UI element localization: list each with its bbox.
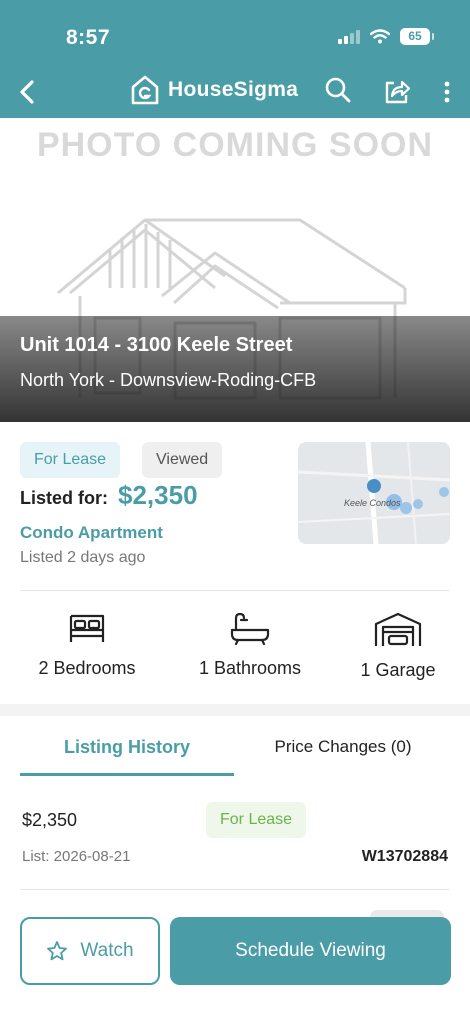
share-icon[interactable] [382,76,412,106]
battery-indicator: 65 [400,28,434,45]
history-status-badge: For Lease [206,802,307,838]
watch-label: Watch [80,940,134,961]
map-label: Keele Condos [344,498,401,508]
photo-overlay [0,316,470,422]
brand-name: HouseSigma [168,78,299,101]
bedrooms-count: 2 Bedrooms [38,658,136,678]
divider [20,889,450,890]
section-separator [0,704,470,716]
listing-photo[interactable]: PHOTO COMING SOON Unit 1014 - 3100 Keele… [0,118,470,422]
listing-address: Unit 1014 - 3100 Keele Street [20,334,293,356]
photo-placeholder-text: PHOTO COMING SOON [36,126,434,164]
bathtub-icon [230,612,270,646]
feature-garage: 1 Garage [323,612,470,681]
tab-price-changes[interactable]: Price Changes (0) [236,734,450,770]
viewed-badge: Viewed [142,442,223,478]
star-icon [47,941,68,961]
more-options-icon[interactable] [440,80,454,104]
feature-bathrooms: 1 Bathrooms [175,612,325,679]
listing-price: $2,350 [118,480,198,510]
bed-icon [69,614,105,642]
history-list-date: List: 2026-08-21 [22,848,131,865]
for-lease-badge: For Lease [20,442,121,478]
garage-count: 1 Garage [360,660,436,680]
history-price: $2,350 [22,810,78,830]
back-arrow-icon[interactable] [14,74,42,110]
watch-button[interactable]: Watch [20,917,160,985]
housesigma-logo-icon [131,75,159,105]
feature-bedrooms: 2 Bedrooms [12,612,162,679]
bathrooms-count: 1 Bathrooms [198,658,302,678]
brand: HouseSigma [130,74,298,106]
schedule-viewing-button[interactable]: Schedule Viewing [170,917,451,985]
divider [20,590,450,591]
map-thumbnail[interactable]: Keele Condos [298,442,450,544]
signal-icon [338,29,360,44]
status-icons: 65 [338,28,434,45]
status-time: 8:57 [66,26,111,49]
garage-icon [374,612,422,646]
listing-neighbourhood: North York - Downsview-Roding-CFB [20,370,317,390]
property-type: Condo Apartment [20,523,163,542]
history-mls-number: W13702884 [361,848,448,865]
search-icon[interactable] [324,76,352,104]
schedule-viewing-label: Schedule Viewing [235,940,386,961]
map-background [298,442,450,544]
app-header: 8:57 65 HouseSigma [0,0,470,118]
tab-listing-history[interactable]: Listing History [20,734,234,776]
listed-for-label: Listed for: [20,488,108,508]
wifi-icon [370,29,390,44]
listed-ago: Listed 2 days ago [20,549,146,566]
